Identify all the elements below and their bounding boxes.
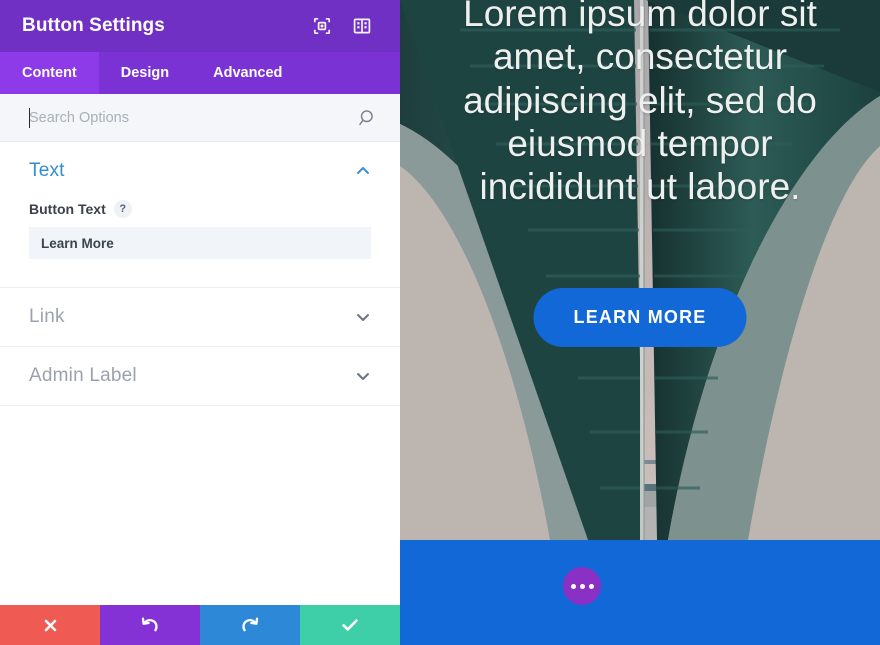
button-text-label-row: Button Text ? [29, 200, 371, 218]
chevron-down-icon[interactable] [355, 309, 371, 325]
search-icon[interactable] [358, 108, 378, 128]
panel-layout-icon[interactable] [352, 16, 372, 36]
button-text-label: Button Text [29, 201, 106, 217]
tab-advanced[interactable]: Advanced [191, 52, 304, 94]
undo-arrow-icon [140, 615, 160, 635]
learn-more-button[interactable]: LEARN MORE [533, 288, 747, 347]
checkmark-icon [340, 615, 360, 635]
hero-heading: Lorem ipsum dolor sit amet, consectetur … [463, 0, 817, 208]
builder-app: Button Settings Content Design Advanced … [0, 0, 880, 645]
header-icon-group [312, 16, 386, 36]
search-input[interactable] [29, 109, 358, 126]
section-text-title: Text [29, 160, 65, 181]
section-link-title: Link [29, 306, 65, 327]
live-preview: Lorem ipsum dolor sit amet, consectetur … [400, 0, 880, 645]
chevron-up-icon[interactable] [355, 163, 371, 179]
section-admin-label: Admin Label [0, 347, 400, 406]
chevron-down-icon[interactable] [355, 368, 371, 384]
page-title: Button Settings [22, 15, 165, 36]
text-caret [29, 108, 30, 128]
button-text-input[interactable] [29, 227, 371, 259]
section-link: Link [0, 288, 400, 347]
search-bar [0, 94, 400, 142]
close-x-icon [42, 617, 59, 634]
settings-panel: Button Settings Content Design Advanced … [0, 0, 400, 645]
tab-design[interactable]: Design [99, 52, 191, 94]
panel-header: Button Settings [0, 0, 400, 52]
module-section-blue [400, 540, 880, 645]
settings-tabs: Content Design Advanced [0, 52, 400, 94]
ellipsis-icon [588, 583, 594, 589]
section-link-header[interactable]: Link [29, 288, 371, 346]
section-text: Text Button Text ? [0, 142, 400, 288]
panel-action-bar [0, 605, 400, 645]
settings-sections: Text Button Text ? Learn More Link Admin… [0, 142, 400, 645]
save-button[interactable] [300, 605, 400, 645]
undo-button[interactable] [100, 605, 200, 645]
section-admin-label-header[interactable]: Admin Label [29, 347, 371, 405]
focus-target-icon[interactable] [312, 16, 332, 36]
section-text-body: Button Text ? [29, 200, 371, 287]
tab-content[interactable]: Content [0, 52, 99, 94]
redo-button[interactable] [200, 605, 300, 645]
cancel-button[interactable] [0, 605, 100, 645]
redo-arrow-icon [240, 615, 260, 635]
ellipsis-icon [579, 583, 585, 589]
section-admin-label-title: Admin Label [29, 365, 137, 386]
help-icon[interactable]: ? [113, 200, 132, 218]
section-text-header[interactable]: Text [29, 142, 371, 200]
more-options-button[interactable] [563, 567, 601, 605]
ellipsis-icon [570, 583, 576, 589]
